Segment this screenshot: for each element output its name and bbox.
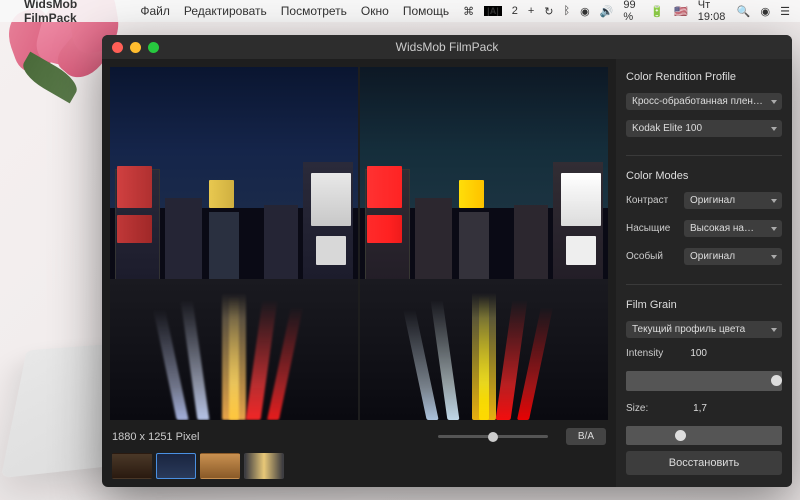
contrast-select[interactable]: Оригинал bbox=[684, 192, 782, 209]
section-title-profile: Color Rendition Profile bbox=[626, 71, 782, 83]
menu-view[interactable]: Посмотреть bbox=[281, 4, 347, 18]
footer-bar: 1880 x 1251 Pixel B/A bbox=[110, 420, 608, 451]
contrast-label: Контраст bbox=[626, 195, 678, 206]
close-button[interactable] bbox=[112, 42, 123, 53]
intensity-value: 100 bbox=[679, 348, 707, 359]
menubar-bluetooth-icon[interactable]: ᛒ bbox=[564, 5, 571, 17]
size-value: 1,7 bbox=[679, 403, 707, 414]
divider bbox=[626, 155, 782, 156]
size-slider[interactable] bbox=[626, 426, 782, 446]
section-title-grain: Film Grain bbox=[626, 299, 782, 311]
preview-before[interactable] bbox=[110, 67, 358, 420]
thumbnail-4[interactable] bbox=[244, 453, 284, 479]
menubar-wifi-icon[interactable]: ◉ bbox=[580, 5, 590, 18]
traffic-lights bbox=[112, 42, 159, 53]
thumbnail-3[interactable] bbox=[200, 453, 240, 479]
special-select[interactable]: Оригинал bbox=[684, 248, 782, 265]
preview-after[interactable] bbox=[360, 67, 608, 420]
thumbnail-strip bbox=[110, 451, 608, 483]
menubar-toggle-icon[interactable]: ⌘ bbox=[463, 5, 474, 18]
profile-film-select[interactable]: Kodak Elite 100 bbox=[626, 120, 782, 137]
intensity-label: Intensity bbox=[626, 348, 671, 359]
menubar-num-icon[interactable]: 2 bbox=[512, 5, 518, 17]
menubar-notifications-icon[interactable]: ☰ bbox=[780, 5, 790, 18]
preview-split bbox=[110, 67, 608, 420]
image-dimensions: 1880 x 1251 Pixel bbox=[112, 431, 212, 443]
menu-help[interactable]: Помощь bbox=[403, 4, 449, 18]
menubar-siri-icon[interactable]: ◉ bbox=[761, 5, 771, 18]
intensity-slider[interactable] bbox=[626, 371, 782, 391]
special-label: Особый bbox=[626, 251, 678, 262]
menubar-clock[interactable]: Чт 19:08 bbox=[698, 0, 727, 23]
profile-category-select[interactable]: Кросс-обработанная плен… bbox=[626, 93, 782, 110]
menubar-search-icon[interactable]: 🔍 bbox=[737, 5, 751, 18]
menubar-flag-icon[interactable]: 🇺🇸 bbox=[674, 5, 688, 18]
window-title: WidsMob FilmPack bbox=[396, 40, 499, 54]
menubar-app-name[interactable]: WidsMob FilmPack bbox=[24, 0, 126, 25]
menu-edit[interactable]: Редактировать bbox=[184, 4, 267, 18]
maximize-button[interactable] bbox=[148, 42, 159, 53]
menubar-plus-icon[interactable]: + bbox=[528, 5, 534, 17]
sidebar-panel: Color Rendition Profile Кросс-обработанн… bbox=[616, 59, 792, 487]
thumbnail-1[interactable] bbox=[112, 453, 152, 479]
saturation-label: Насыщие bbox=[626, 223, 678, 234]
saturation-select[interactable]: Высокая на… bbox=[684, 220, 782, 237]
menubar-volume-icon[interactable]: 🔊 bbox=[600, 5, 614, 18]
menu-file[interactable]: Файл bbox=[140, 4, 170, 18]
thumbnail-2[interactable] bbox=[156, 453, 196, 479]
section-title-modes: Color Modes bbox=[626, 170, 782, 182]
size-label: Size: bbox=[626, 403, 671, 414]
before-after-toggle[interactable]: B/A bbox=[566, 428, 606, 445]
main-panel: 1880 x 1251 Pixel B/A bbox=[102, 59, 616, 487]
grain-profile-select[interactable]: Текущий профиль цвета bbox=[626, 321, 782, 338]
divider bbox=[626, 284, 782, 285]
menubar-battery-icon[interactable]: 🔋 bbox=[650, 5, 664, 18]
restore-button[interactable]: Восстановить bbox=[626, 451, 782, 475]
macos-menubar: WidsMob FilmPack Файл Редактировать Посм… bbox=[0, 0, 800, 22]
window-titlebar[interactable]: WidsMob FilmPack bbox=[102, 35, 792, 59]
menu-window[interactable]: Окно bbox=[361, 4, 389, 18]
menubar-battery-text[interactable]: 99 % bbox=[623, 0, 640, 23]
menubar-adobe-icon[interactable]: |A| bbox=[484, 6, 502, 16]
app-window: WidsMob FilmPack bbox=[102, 35, 792, 487]
zoom-slider[interactable] bbox=[438, 435, 548, 438]
minimize-button[interactable] bbox=[130, 42, 141, 53]
menubar-refresh-icon[interactable]: ↻ bbox=[544, 5, 553, 18]
